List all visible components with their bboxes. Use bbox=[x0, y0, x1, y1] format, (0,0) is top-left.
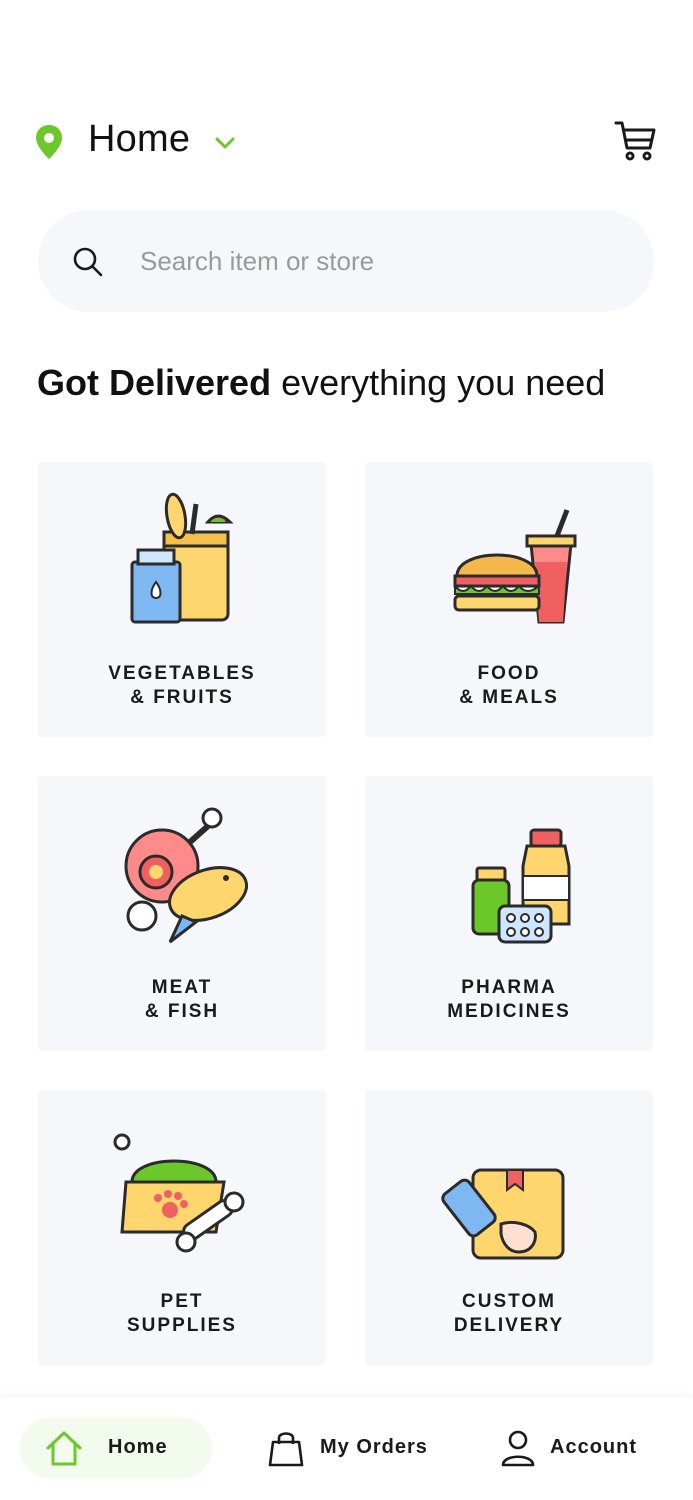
nav-home-label: Home bbox=[108, 1436, 168, 1458]
user-icon bbox=[501, 1430, 535, 1467]
bottom-nav: Home My Orders Account bbox=[0, 1397, 693, 1500]
package-hand-icon bbox=[441, 1168, 565, 1260]
headline-regular: everything you need bbox=[271, 362, 606, 403]
nav-account-label: Account bbox=[550, 1436, 637, 1458]
pet-food-bowl-icon bbox=[113, 1133, 245, 1253]
map-pin-icon bbox=[36, 125, 62, 159]
nav-orders-label: My Orders bbox=[320, 1436, 428, 1458]
category-custom-delivery[interactable]: CUSTOM DELIVERY bbox=[365, 1090, 653, 1365]
medicine-bottles-icon bbox=[471, 828, 571, 944]
grocery-bag-icon bbox=[130, 492, 234, 624]
burger-drink-icon bbox=[453, 509, 577, 624]
category-pet-supplies[interactable]: PET SUPPLIES bbox=[38, 1090, 326, 1365]
cart-icon[interactable] bbox=[612, 118, 658, 162]
category-pharma-medicines[interactable]: PHARMA MEDICINES bbox=[365, 776, 653, 1051]
headline-bold: Got Delivered bbox=[37, 362, 272, 403]
search-bar[interactable] bbox=[38, 210, 654, 312]
home-icon bbox=[46, 1431, 82, 1466]
category-meat-fish[interactable]: MEAT & FISH bbox=[38, 776, 326, 1051]
nav-account[interactable]: Account bbox=[494, 1417, 674, 1479]
nav-my-orders[interactable]: My Orders bbox=[262, 1417, 442, 1479]
category-label: PET SUPPLIES bbox=[127, 1291, 237, 1336]
chevron-down-icon[interactable] bbox=[212, 130, 238, 156]
search-input[interactable] bbox=[140, 238, 620, 284]
header: Home bbox=[0, 112, 693, 172]
category-food-meals[interactable]: FOOD & MEALS bbox=[365, 462, 653, 737]
meat-fish-icon bbox=[124, 807, 248, 944]
category-label: PHARMA MEDICINES bbox=[447, 977, 571, 1022]
nav-home[interactable]: Home bbox=[20, 1417, 212, 1479]
category-label: MEAT & FISH bbox=[144, 977, 220, 1022]
headline: Got Delivered everything you need bbox=[37, 362, 605, 404]
category-vegetables-fruits[interactable]: VEGETABLES & FRUITS bbox=[38, 462, 326, 737]
shopping-bag-icon bbox=[268, 1432, 304, 1467]
category-label: VEGETABLES & FRUITS bbox=[108, 663, 256, 708]
category-label: FOOD & MEALS bbox=[459, 663, 559, 708]
search-icon bbox=[73, 247, 103, 277]
category-label: CUSTOM DELIVERY bbox=[453, 1291, 565, 1336]
location-title[interactable]: Home bbox=[88, 118, 190, 161]
